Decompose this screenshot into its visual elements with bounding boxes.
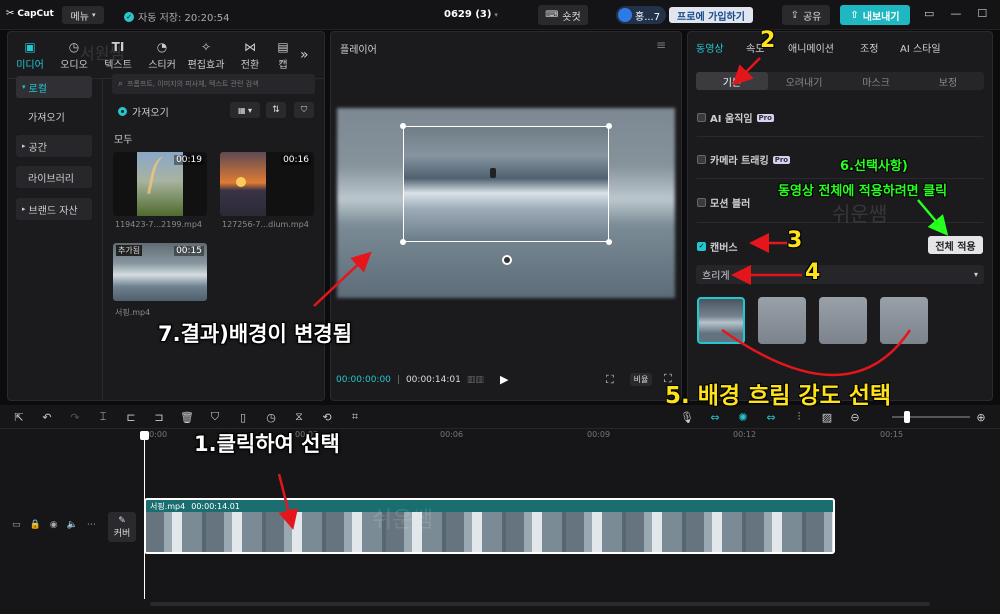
annotation-step-6-title: 6.선택사항) xyxy=(840,159,908,174)
annotation-step-2: 2 xyxy=(760,28,776,53)
annotation-step-4: 4 xyxy=(805,260,821,285)
annotation-step-6-text: 동영상 전체에 적용하려면 클릭 xyxy=(778,184,948,199)
annotation-step-7: 7.결과)배경이 변경됨 xyxy=(158,322,353,346)
annotation-layer xyxy=(277,57,949,530)
arrow-7 xyxy=(313,251,372,307)
annotation-step-5: 5. 배경 흐림 강도 선택 xyxy=(665,383,892,409)
annotation-step-3: 3 xyxy=(787,228,803,253)
arrow-5-curve xyxy=(721,328,912,377)
arrow-6 xyxy=(917,199,949,236)
arrow-1 xyxy=(277,473,298,530)
annotation-step-1: 1.클릭하여 선택 xyxy=(194,432,340,456)
arrow-2 xyxy=(732,57,761,86)
